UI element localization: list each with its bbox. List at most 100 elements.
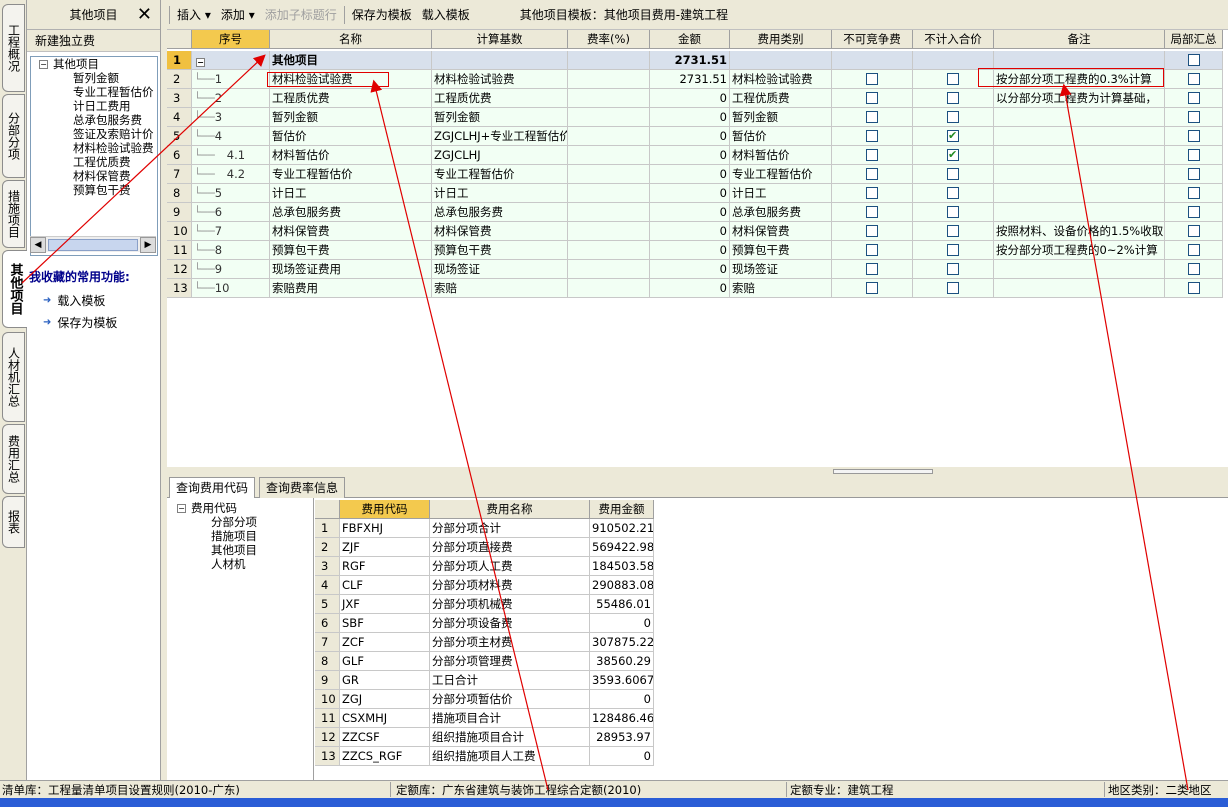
table-row[interactable]: 3 └──2 工程质优费 工程质优费 0 工程优质费 以分部分项工程费为计算基础， (167, 89, 1223, 108)
cell-seq[interactable]: └──6 (192, 203, 270, 222)
add-button[interactable]: 添加 ▾ (216, 4, 260, 26)
cell-cost-name[interactable]: 分部分项机械费 (430, 595, 590, 614)
tree-root-cost-code[interactable]: 费用代码 (191, 501, 237, 515)
tree-item[interactable]: 分部分项 (211, 515, 257, 529)
tab-query-cost-code[interactable]: 查询费用代码 (169, 477, 256, 498)
tree-item[interactable]: 材料检验试验费 (73, 141, 154, 155)
cell-name[interactable]: 计日工 (270, 184, 432, 203)
no-total-checkbox[interactable] (947, 281, 959, 294)
no-total-checkbox[interactable] (947, 186, 959, 199)
no-compete-checkbox[interactable] (866, 72, 878, 85)
cell-base[interactable]: 工程质优费 (432, 89, 568, 108)
local-summary-checkbox[interactable] (1187, 262, 1200, 275)
vtab-measures[interactable]: 措施项目 (2, 180, 25, 248)
table-row[interactable]: 8 └──5 计日工 计日工 0 计日工 (167, 184, 1223, 203)
no-compete-checkbox[interactable] (866, 186, 878, 199)
no-total-checkbox[interactable] (947, 146, 959, 164)
cell-category[interactable]: 现场签证 (730, 260, 832, 279)
tree-item[interactable]: 措施项目 (211, 529, 257, 543)
header-no-total[interactable]: 不计入合价 (913, 30, 994, 49)
local-summary-checkbox[interactable] (1187, 281, 1200, 294)
cell-cost-name[interactable]: 措施项目合计 (430, 709, 590, 728)
tab-query-rate-info[interactable]: 查询费率信息 (259, 477, 346, 498)
cell-base[interactable]: 现场签证 (432, 260, 568, 279)
vtab-other-items[interactable]: 其他项目 (2, 250, 27, 328)
cell-rate[interactable] (568, 89, 650, 108)
no-compete-checkbox[interactable] (866, 262, 878, 275)
cell-rate[interactable] (568, 260, 650, 279)
no-total-checkbox[interactable] (947, 205, 959, 218)
close-icon[interactable]: ✕ (137, 4, 152, 25)
cell-cost-code[interactable]: JXF (340, 595, 430, 614)
cell-rate[interactable] (568, 241, 650, 260)
table-row[interactable]: 3 RGF 分部分项人工费 184503.58 (315, 557, 654, 576)
header-amount[interactable]: 金额 (650, 30, 730, 49)
no-total-checkbox[interactable] (947, 167, 959, 180)
vtab-project-overview[interactable]: 工程概况 (2, 4, 25, 92)
local-summary-checkbox[interactable] (1187, 205, 1200, 218)
cell-cost-name[interactable]: 分部分项暂估价 (430, 690, 590, 709)
header-cost-name[interactable]: 费用名称 (430, 500, 590, 519)
cell-category[interactable]: 总承包服务费 (730, 203, 832, 222)
cell-base[interactable]: 材料检验试验费 (432, 70, 568, 89)
cell-rate[interactable] (568, 146, 650, 165)
cell-rate[interactable] (568, 70, 650, 89)
local-summary-checkbox[interactable] (1187, 224, 1200, 237)
cell-remark[interactable] (994, 279, 1165, 298)
tree-item[interactable]: 其他项目 (211, 543, 257, 557)
cell-category[interactable]: 暂列金额 (730, 108, 832, 127)
table-row[interactable]: 13 └──10 索赔费用 索赔 0 索赔 (167, 279, 1223, 298)
cell-name[interactable]: 暂列金额 (270, 108, 432, 127)
cell-base[interactable]: 索赔 (432, 279, 568, 298)
table-row[interactable]: 5 └──4 暂估价 ZGJCLHJ+专业工程暂估价 0 暂估价 (167, 127, 1223, 146)
cell-cost-name[interactable]: 分部分项直接费 (430, 538, 590, 557)
table-row[interactable]: 9 └──6 总承包服务费 总承包服务费 0 总承包服务费 (167, 203, 1223, 222)
tree-item[interactable]: 暂列金额 (73, 71, 119, 85)
header-remark[interactable]: 备注 (994, 30, 1165, 49)
table-row[interactable]: 2 ZJF 分部分项直接费 569422.98 (315, 538, 654, 557)
header-rate[interactable]: 费率(%) (568, 30, 650, 49)
tree-item[interactable]: 预算包干费 (73, 183, 131, 197)
no-total-checkbox[interactable] (947, 224, 959, 237)
cell-remark[interactable]: 以分部分项工程费为计算基础， (994, 89, 1165, 108)
local-summary-checkbox[interactable] (1187, 148, 1200, 161)
no-compete-checkbox[interactable] (866, 91, 878, 104)
tree-item[interactable]: 材料保管费 (73, 169, 131, 183)
cell-rate[interactable] (568, 108, 650, 127)
save-template-button[interactable]: 保存为模板 (347, 4, 417, 26)
cell-category[interactable]: 预算包干费 (730, 241, 832, 260)
cell-seq[interactable]: └──5 (192, 184, 270, 203)
header-name[interactable]: 名称 (270, 30, 432, 49)
local-summary-checkbox[interactable] (1187, 91, 1200, 104)
splitter-grip[interactable] (833, 469, 933, 474)
cell-category[interactable]: 专业工程暂估价 (730, 165, 832, 184)
cell-category[interactable] (730, 51, 832, 70)
no-total-checkbox[interactable] (947, 262, 959, 275)
table-row[interactable]: 11 └──8 预算包干费 预算包干费 0 预算包干费 按分部分项工程费的0~2%计算 (167, 241, 1223, 260)
load-template-button[interactable]: 载入模板 (417, 4, 475, 26)
cell-category[interactable]: 材料检验试验费 (730, 70, 832, 89)
header-base[interactable]: 计算基数 (432, 30, 568, 49)
vtab-sub-items[interactable]: 分部分项 (2, 94, 25, 178)
cell-category[interactable]: 材料保管费 (730, 222, 832, 241)
local-summary-checkbox[interactable] (1187, 186, 1200, 199)
cell-rate[interactable] (568, 222, 650, 241)
cell-rate[interactable] (568, 203, 650, 222)
cell-name[interactable]: 暂估价 (270, 127, 432, 146)
cell-base[interactable]: 暂列金额 (432, 108, 568, 127)
no-total-checkbox[interactable] (947, 72, 959, 85)
cell-cost-code[interactable]: GLF (340, 652, 430, 671)
collapse-icon[interactable]: − (177, 504, 186, 513)
table-row[interactable]: 13 ZZCS_RGF 组织措施项目人工费 0 (315, 747, 654, 766)
cell-base[interactable]: 预算包干费 (432, 241, 568, 260)
cell-name[interactable]: 总承包服务费 (270, 203, 432, 222)
cell-rate[interactable] (568, 279, 650, 298)
cell-remark[interactable] (994, 260, 1165, 279)
cell-name[interactable]: 材料保管费 (270, 222, 432, 241)
no-total-checkbox[interactable] (947, 91, 959, 104)
cell-cost-code[interactable]: ZGJ (340, 690, 430, 709)
cell-remark[interactable] (994, 127, 1165, 146)
cell-category[interactable]: 计日工 (730, 184, 832, 203)
no-compete-checkbox[interactable] (866, 224, 878, 237)
cell-cost-code[interactable]: ZZCSF (340, 728, 430, 747)
